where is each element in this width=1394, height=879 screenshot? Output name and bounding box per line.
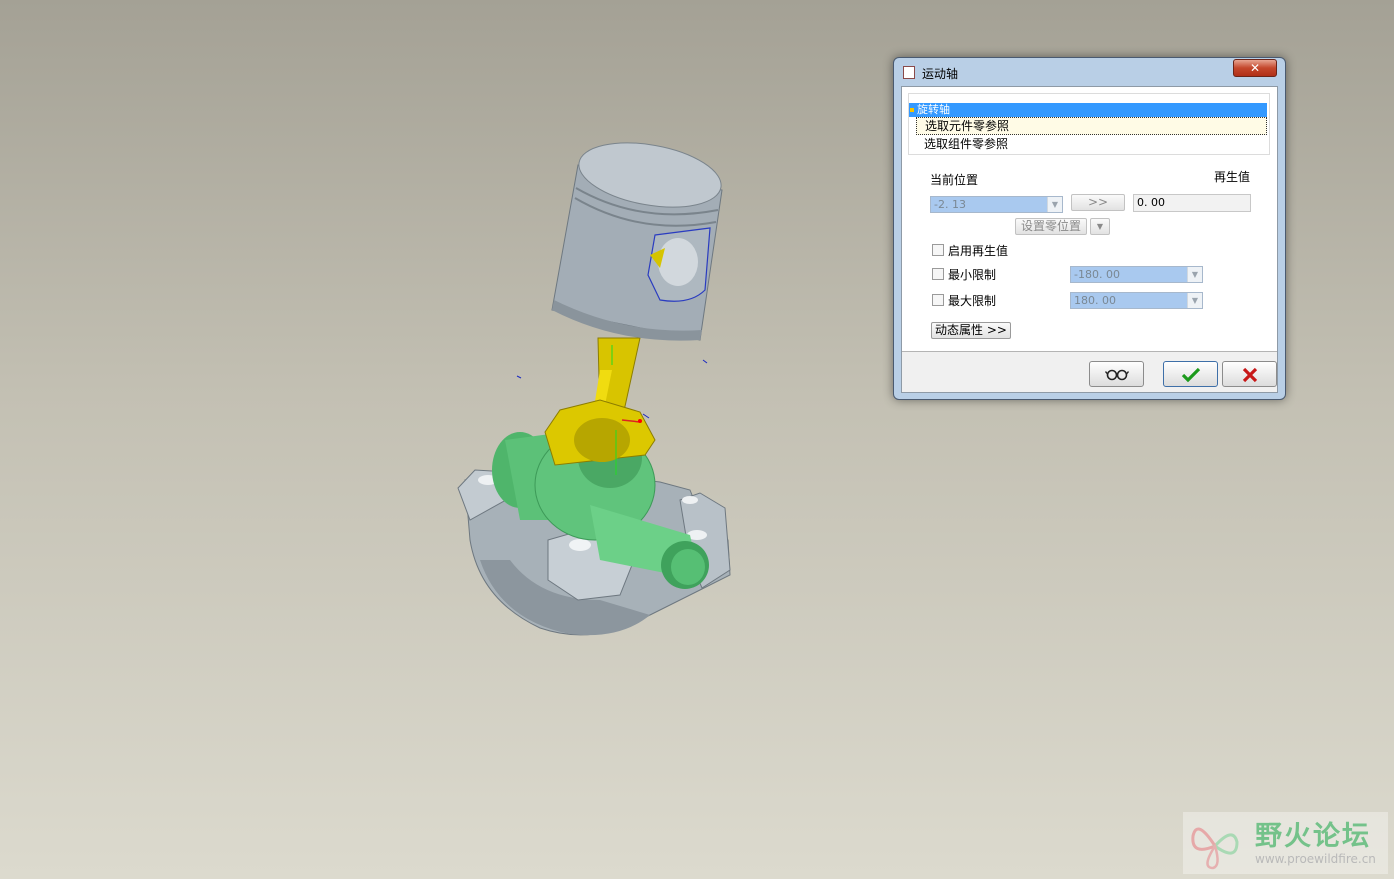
current-position-value: -2. 13: [934, 198, 966, 211]
component-zero-ref-label: 选取元件零参照: [925, 119, 1010, 133]
set-zero-dropdown[interactable]: ▼: [1090, 218, 1110, 235]
max-limit-combo[interactable]: 180. 00 ▼: [1070, 292, 1203, 309]
butterfly-logo-icon: [1191, 827, 1239, 870]
dialog-pane: 旋转轴 选取元件零参照 选取组件零参照 当前位置 再生值 -2. 13 ▼ >>…: [902, 87, 1277, 352]
enable-regen-checkbox[interactable]: [932, 244, 944, 256]
enable-regen-label: 启用再生值: [948, 244, 1009, 258]
rotation-axis-header[interactable]: 旋转轴: [909, 103, 1267, 117]
ok-button[interactable]: [1163, 361, 1218, 387]
chevron-down-icon[interactable]: ▼: [1187, 267, 1202, 282]
preview-button[interactable]: [1089, 361, 1144, 387]
forum-url: www.proewildfire.cn: [1255, 852, 1376, 866]
close-button[interactable]: ✕: [1233, 59, 1277, 77]
regen-value-label: 再生值: [1214, 170, 1251, 184]
chevron-down-icon: ▼: [1096, 222, 1104, 231]
cancel-button[interactable]: [1222, 361, 1277, 387]
reference-list: 旋转轴 选取元件零参照 选取组件零参照: [908, 93, 1270, 155]
min-limit-checkbox[interactable]: [932, 268, 944, 280]
chevron-down-icon[interactable]: ▼: [1047, 197, 1062, 212]
rotation-axis-label: 旋转轴: [917, 103, 950, 116]
check-icon: [1181, 367, 1200, 383]
piston-model: [551, 142, 723, 341]
forum-name: 野火论坛: [1255, 821, 1371, 852]
min-limit-value: -180. 00: [1074, 268, 1120, 281]
set-zero-button[interactable]: 设置零位置: [1015, 218, 1087, 235]
list-item[interactable]: 选取组件零参照: [916, 136, 1267, 154]
max-limit-label: 最大限制: [948, 294, 997, 308]
dynamic-properties-button[interactable]: 动态属性 >>: [931, 322, 1011, 339]
chevron-down-icon[interactable]: ▼: [1187, 293, 1202, 308]
dialog-app-icon: [903, 66, 915, 79]
current-position-label: 当前位置: [930, 173, 979, 187]
transfer-button[interactable]: >>: [1071, 194, 1125, 211]
current-position-combo[interactable]: -2. 13 ▼: [930, 196, 1063, 213]
dialog-titlebar[interactable]: 运动轴 ✕: [894, 58, 1285, 86]
glasses-icon: [1104, 369, 1129, 381]
connecting-rod-model: [544, 337, 656, 466]
motion-axis-dialog: 运动轴 ✕ 旋转轴 选取元件零参照 选取组件零参照 当前位置 再生值 -2. 1…: [893, 57, 1286, 400]
x-icon: [1242, 367, 1257, 383]
bullet-icon: [910, 108, 914, 112]
dialog-client: 旋转轴 选取元件零参照 选取组件零参照 当前位置 再生值 -2. 13 ▼ >>…: [901, 86, 1278, 393]
min-limit-combo[interactable]: -180. 00 ▼: [1070, 266, 1203, 283]
assembly-zero-ref-label: 选取组件零参照: [924, 137, 1009, 151]
forum-watermark: 野火论坛 www.proewildfire.cn: [1183, 812, 1388, 874]
max-limit-value: 180. 00: [1074, 294, 1116, 307]
dialog-title: 运动轴: [922, 67, 959, 81]
list-item[interactable]: 选取元件零参照: [916, 117, 1267, 135]
max-limit-checkbox[interactable]: [932, 294, 944, 306]
regen-value-field[interactable]: 0. 00: [1133, 194, 1251, 212]
min-limit-label: 最小限制: [948, 268, 997, 282]
